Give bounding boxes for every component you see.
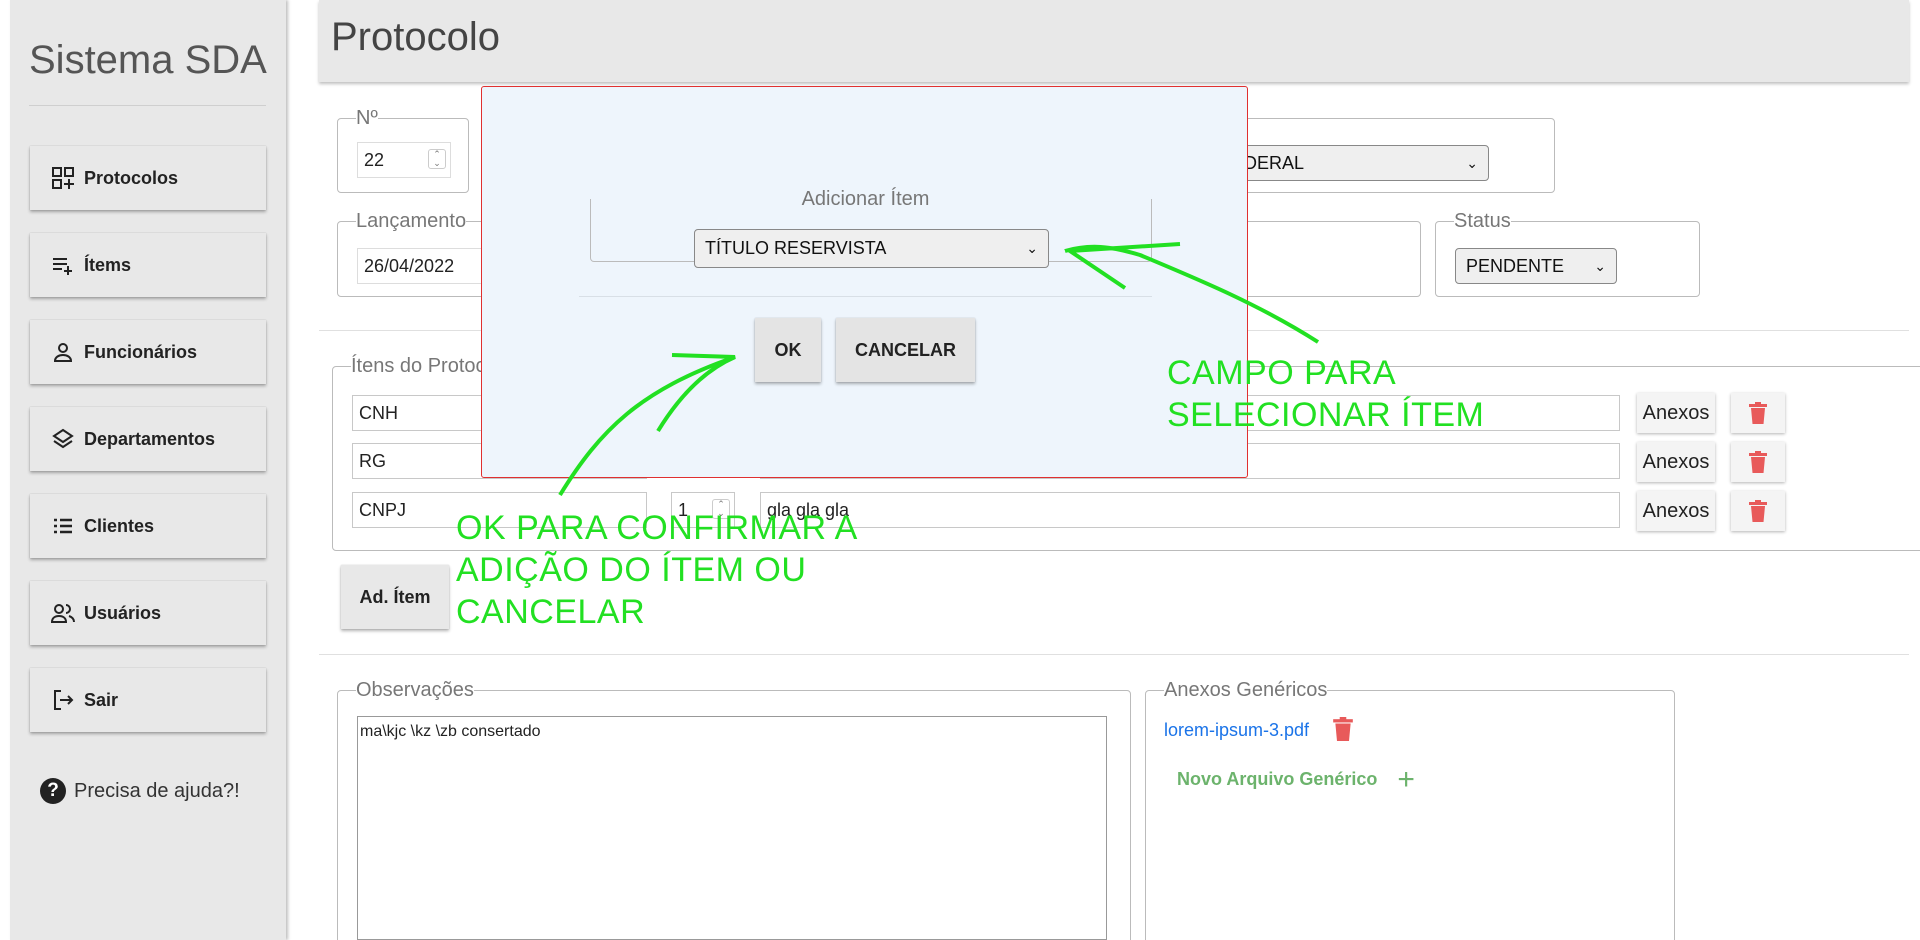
sidebar-item-label: Clientes [84,515,155,536]
numero-label: Nº [356,107,378,129]
new-file-button[interactable]: Novo Arquivo Genérico + [1177,762,1415,796]
observacoes-textarea[interactable]: ma\kjc \kz \zb consertado [357,716,1107,940]
item-type-select[interactable]: TÍTULO RESERVISTA ⌄ [694,229,1049,268]
sidebar-item-label: Funcionários [84,341,198,362]
anexos-label: Anexos [1642,401,1710,424]
trash-icon [1333,717,1353,741]
cancel-button[interactable]: CANCELAR [836,318,975,382]
annotation-select-line2: SELECIONAR ÍTEM [1167,396,1485,434]
chevron-down-icon: ⌄ [1026,240,1038,256]
chevron-down-icon: ⌄ [1594,257,1606,274]
trash-icon [1749,500,1767,522]
sidebar-item-usuarios[interactable]: Usuários [30,581,266,645]
items-label: Ítens do Protoco [351,355,497,377]
section-divider [319,654,1909,655]
delete-item-button[interactable] [1731,442,1785,482]
annotation-ok-line3: CANCELAR [456,593,646,631]
annotation-ok-line1: OK PARA CONFIRMAR A [456,509,858,547]
brand-divider [29,105,266,106]
sidebar-item-items[interactable]: Ítems [30,233,266,297]
layers-icon [50,426,76,452]
sidebar-item-protocolos[interactable]: Protocolos [30,146,266,210]
help-label: Precisa de ajuda?! [74,779,240,802]
playlist-add-icon [50,252,76,278]
sidebar-item-funcionarios[interactable]: Funcionários [30,320,266,384]
sidebar-item-sair[interactable]: Sair [30,668,266,732]
annotation-select-line1: CAMPO PARA [1167,354,1397,392]
anexos-button[interactable]: Anexos [1637,393,1715,433]
item-type-value: TÍTULO RESERVISTA [705,238,887,258]
item-desc-input[interactable]: gla gla gla [760,492,1620,528]
numero-fieldset: Nº 22 ⌃ ⌄ [337,108,469,193]
logout-icon [50,687,76,713]
person-icon [50,339,76,365]
anexos-label: Anexos [1642,450,1710,473]
anexos-button[interactable]: Anexos [1637,442,1715,482]
add-item-button[interactable]: Ad. Ítem [341,565,449,629]
trash-icon [1749,451,1767,473]
anexos-label: Anexos [1642,499,1710,522]
page-header: Protocolo [319,0,1909,82]
numero-value: 22 [364,149,385,170]
delete-item-button[interactable] [1731,393,1785,433]
add-item-label: Ad. Ítem [359,586,431,607]
help-icon: ? [40,778,66,804]
cancel-label: CANCELAR [855,339,956,360]
sidebar-item-label: Departamentos [84,428,216,449]
ok-label: OK [774,339,802,360]
new-file-label: Novo Arquivo Genérico [1177,769,1378,789]
list-icon [50,513,76,539]
status-label: Status [1454,210,1511,232]
help-link[interactable]: ? Precisa de ajuda?! [40,778,240,804]
item-name: RG [359,450,386,471]
observacoes-value: ma\kjc \kz \zb consertado [360,723,541,740]
lancamento-value: 26/04/2022 [364,255,455,276]
item-name: CNH [359,402,398,423]
status-select[interactable]: PENDENTE ⌄ [1455,248,1617,284]
numero-input[interactable]: 22 ⌃ ⌄ [357,142,451,178]
protocols-icon [50,165,76,191]
file-link[interactable]: lorem-ipsum-3.pdf [1164,720,1309,741]
trash-icon [1749,402,1767,424]
sidebar-item-label: Ítems [84,254,132,275]
sidebar-item-departamentos[interactable]: Departamentos [30,407,266,471]
dialog-divider [579,296,1152,297]
group-icon [50,600,76,626]
lancamento-label: Lançamento [356,210,467,232]
annotation-ok-line2: ADIÇÃO DO ÍTEM OU [456,551,807,589]
observacoes-label: Observações [356,679,474,701]
ok-button[interactable]: OK [755,318,821,382]
tipo-select[interactable]: EDERAL ⌄ [1221,145,1489,181]
sidebar-item-clientes[interactable]: Clientes [30,494,266,558]
delete-file-button[interactable] [1333,717,1353,746]
plus-icon: + [1397,762,1415,796]
page-title: Protocolo [331,15,500,59]
brand-title: Sistema SDA [29,38,267,82]
sidebar-item-label: Sair [84,689,119,710]
anexos-label: Anexos Genéricos [1164,679,1328,701]
status-value: PENDENTE [1466,255,1565,276]
add-item-dialog: Adicionar Ítem TÍTULO RESERVISTA ⌄ OK CA… [481,86,1248,478]
item-name: CNPJ [359,499,407,520]
delete-item-button[interactable] [1731,491,1785,531]
sidebar: Sistema SDA Protocolos Ítems Funcionário… [10,0,286,940]
sidebar-item-label: Protocolos [84,167,179,188]
sidebar-item-label: Usuários [84,602,162,623]
observacoes-fieldset: Observações ma\kjc \kz \zb consertado [337,680,1131,940]
numero-stepper[interactable]: ⌃ ⌄ [428,149,446,169]
status-fieldset: Status PENDENTE ⌄ [1435,211,1700,297]
chevron-down-icon: ⌄ [1466,154,1478,171]
anexos-button[interactable]: Anexos [1637,491,1715,531]
